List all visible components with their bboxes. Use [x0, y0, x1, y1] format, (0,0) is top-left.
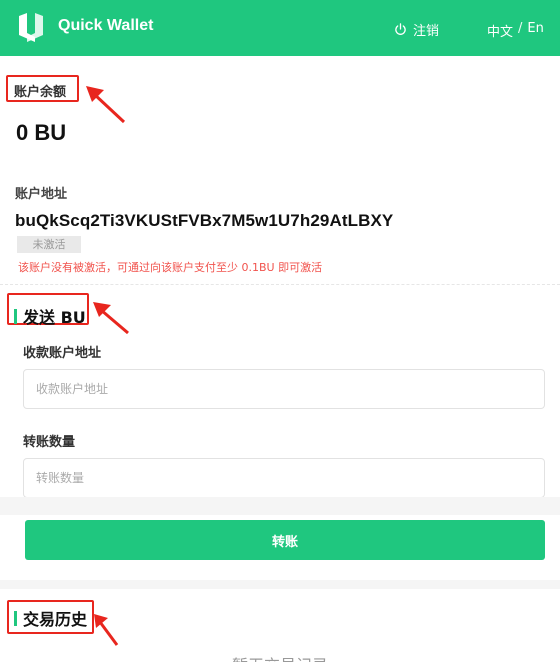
- address-label: 账户地址: [15, 187, 68, 202]
- amount-input[interactable]: [23, 458, 545, 498]
- divider: [0, 284, 560, 285]
- quick-wallet-logo-icon: [19, 13, 43, 42]
- lang-separator: /: [518, 21, 523, 36]
- annotation-arrow-icon: [86, 86, 126, 124]
- history-section-title: 交易历史: [14, 606, 87, 630]
- lang-en-link[interactable]: En: [527, 21, 543, 40]
- amount-label: 转账数量: [23, 435, 76, 450]
- logout-label: 注销: [413, 24, 440, 39]
- app-header: Quick Wallet 注销 中文 / En: [0, 0, 560, 56]
- lang-zh-link[interactable]: 中文: [487, 21, 513, 40]
- section-band: [0, 497, 560, 515]
- empty-history-text: 暂无交易记录: [0, 652, 560, 662]
- inactive-warning: 该账户没有被激活，可通过向该账户支付至少 0.1BU 即可激活: [18, 261, 323, 274]
- app-title: Quick Wallet: [58, 17, 154, 34]
- recipient-label: 收款账户地址: [23, 346, 102, 361]
- language-switcher: 中文 / En: [487, 21, 544, 40]
- transfer-button[interactable]: 转账: [25, 520, 545, 560]
- annotation-arrow-icon: [94, 614, 119, 646]
- power-icon: [395, 23, 406, 35]
- send-title-text: 发送 BU: [23, 308, 86, 327]
- address-value: buQkScq2Ti3VKUStFVBx7M5w1U7h29AtLBXY: [15, 211, 394, 230]
- balance-value: 0 BU: [16, 120, 67, 145]
- history-title-text: 交易历史: [23, 610, 88, 629]
- recipient-address-input[interactable]: [23, 369, 545, 409]
- logout-button[interactable]: 注销: [394, 20, 439, 39]
- balance-label: 账户余额: [14, 85, 67, 100]
- annotation-arrow-icon: [93, 302, 129, 335]
- section-band: [0, 580, 560, 589]
- status-badge: 未激活: [17, 236, 81, 253]
- section-accent-bar: [14, 308, 17, 324]
- send-section-title: 发送 BU: [14, 304, 86, 328]
- section-accent-bar: [14, 610, 17, 626]
